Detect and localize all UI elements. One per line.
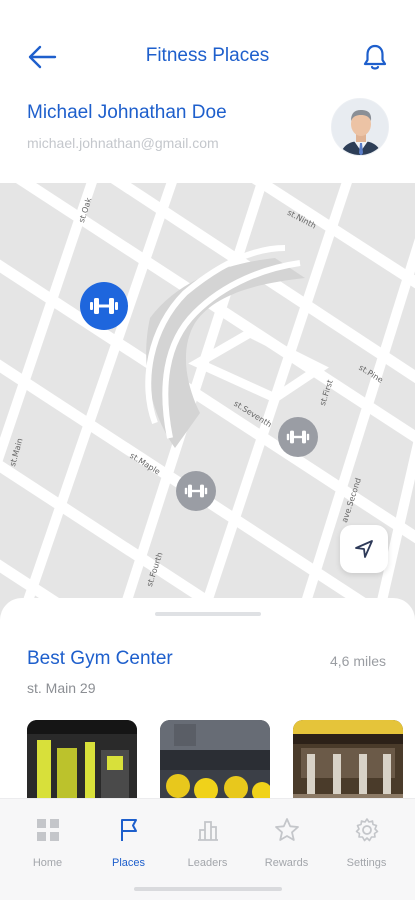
gym-marker[interactable] [176,471,216,511]
profile-email: michael.johnathan@gmail.com [27,135,219,151]
avatar-photo [332,99,388,155]
avatar[interactable] [331,98,389,156]
notifications-button[interactable] [361,42,389,72]
tab-rewards[interactable]: Rewards [245,799,328,884]
gear-icon [355,818,379,842]
flag-icon [121,819,137,841]
place-distance: 4,6 miles [329,653,386,669]
map-view[interactable]: st.Oak st.Ninth st.Pine st.Seventh st.Fi… [0,183,415,643]
page-title: Fitness Places [145,45,270,66]
gym-photo-image [293,720,403,810]
app-header: Fitness Places [0,0,415,100]
gym-photo-3[interactable] [293,720,403,810]
tab-places[interactable]: Places [87,799,170,884]
bell-icon [363,44,387,70]
grid-icon [37,819,59,841]
profile-name: Michael Johnathan Doe [27,102,227,123]
gym-marker[interactable] [278,417,318,457]
home-indicator [134,887,282,891]
place-address: st. Main 29 [27,680,96,696]
bar-chart-icon [198,821,218,841]
tab-label: Home [32,857,63,869]
gym-marker-selected[interactable] [80,282,128,330]
navigation-arrow-icon [355,540,373,558]
star-icon [275,818,299,841]
map-streets [0,183,415,643]
bottom-tab-bar: Home Places Leaders Rewards Settings [0,798,415,900]
my-location-button[interactable] [340,525,388,573]
place-name: Best Gym Center [27,648,173,669]
tab-leaders[interactable]: Leaders [166,799,249,884]
gym-photo-image [27,720,137,810]
gym-photo-2[interactable] [160,720,270,810]
sheet-drag-handle[interactable] [155,612,261,616]
tab-label: Places [111,857,146,869]
tab-label: Settings [346,857,387,869]
dumbbell-icon [286,430,310,444]
dumbbell-icon [90,298,118,314]
tab-label: Leaders [187,857,228,869]
gym-photo-1[interactable] [27,720,137,810]
tab-home[interactable]: Home [6,799,89,884]
tab-label: Rewards [264,857,309,869]
dumbbell-icon [184,484,208,498]
gym-photo-image [160,720,270,810]
tab-settings[interactable]: Settings [325,799,408,884]
